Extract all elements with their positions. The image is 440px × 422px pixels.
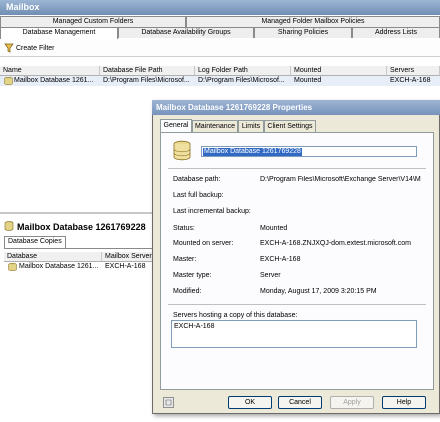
window-title-bar: Mailbox: [0, 0, 440, 15]
modified-value: Monday, August 17, 2009 3:20:15 PM: [260, 288, 377, 295]
dialog-title: Mailbox Database 1261769228 Properties: [156, 103, 313, 112]
tab-limits[interactable]: Limits: [238, 120, 264, 132]
database-name-value: Mailbox Database 1261769228: [203, 148, 302, 156]
database-large-icon: [171, 140, 193, 162]
tab-managed-custom-folders[interactable]: Managed Custom Folders: [0, 16, 186, 27]
separator: [168, 304, 426, 305]
row-name: Mailbox Database 1261...: [14, 77, 94, 84]
server-list-item[interactable]: EXCH-A-168: [174, 323, 414, 330]
row-log-folder-path: D:\Program Files\Microsof...: [198, 77, 285, 84]
tab-underline: [4, 248, 160, 249]
help-button[interactable]: Help: [382, 396, 426, 409]
database-path-label: Database path:: [173, 176, 221, 183]
bottom-pane-title: Mailbox Database 1261769228: [17, 222, 146, 232]
row-database-file-path: D:\Program Files\Microsof...: [103, 77, 190, 84]
master-value: EXCH-A-168: [260, 256, 301, 263]
column-header-servers[interactable]: Servers: [387, 66, 440, 76]
tab-managed-folder-mailbox-policies[interactable]: Managed Folder Mailbox Policies: [186, 16, 440, 27]
tab-general[interactable]: General: [160, 119, 192, 133]
copy-row-database[interactable]: Mailbox Database 1261...: [16, 262, 102, 272]
column-header-database-file-path[interactable]: Database File Path: [100, 66, 195, 76]
column-header-database[interactable]: Database: [4, 252, 102, 262]
apply-button[interactable]: Apply: [330, 396, 374, 409]
tab-maintenance[interactable]: Maintenance: [192, 120, 238, 132]
row-mounted: Mounted: [294, 77, 322, 84]
tab-database-management[interactable]: Database Management: [0, 27, 118, 39]
column-header-log-folder-path[interactable]: Log Folder Path: [195, 66, 291, 76]
database-path-value: D:\Program Files\Microsoft\Exchange Serv…: [260, 176, 421, 183]
database-name-field[interactable]: Mailbox Database 1261769228: [201, 146, 417, 157]
master-type-value: Server: [260, 272, 281, 279]
tab-database-copies[interactable]: Database Copies: [4, 236, 66, 248]
servers-hosting-list[interactable]: EXCH-A-168: [171, 320, 417, 348]
toolbar: [0, 40, 440, 57]
column-header-mounted[interactable]: Mounted: [291, 66, 387, 76]
database-icon: [4, 221, 14, 231]
window-title: Mailbox: [6, 2, 40, 12]
tab-database-availability-groups[interactable]: Database Availability Groups: [118, 27, 254, 38]
create-filter-button[interactable]: Create Filter: [16, 45, 55, 52]
tab-address-lists[interactable]: Address Lists: [352, 27, 440, 38]
tab-client-settings[interactable]: Client Settings: [264, 120, 316, 132]
modified-label: Modified:: [173, 288, 202, 295]
cancel-button[interactable]: Cancel: [278, 396, 322, 409]
status-label: Status:: [173, 225, 195, 232]
master-type-label: Master type:: [173, 272, 212, 279]
row-servers: EXCH-A-168: [390, 77, 431, 84]
tab-row-1: Managed Custom Folders Managed Folder Ma…: [0, 16, 440, 27]
last-incremental-backup-label: Last incremental backup:: [173, 208, 251, 215]
last-full-backup-label: Last full backup:: [173, 192, 224, 199]
tab-sharing-policies[interactable]: Sharing Policies: [254, 27, 352, 38]
servers-hosting-label: Servers hosting a copy of this database:: [173, 312, 298, 319]
mounted-on-server-label: Mounted on server:: [173, 240, 234, 247]
tab-row-2: Database Management Database Availabilit…: [0, 27, 440, 39]
master-label: Master:: [173, 256, 197, 263]
separator: [168, 168, 426, 169]
mounted-on-server-value: EXCH-A-168.ZNJXQJ-dom.extest.microsoft.c…: [260, 240, 411, 247]
dialog-title-bar: Mailbox Database 1261769228 Properties: [152, 100, 440, 115]
ok-button[interactable]: OK: [228, 396, 272, 409]
help-icon[interactable]: [163, 397, 174, 408]
column-header-name[interactable]: Name: [0, 66, 100, 76]
status-value: Mounted: [260, 225, 288, 232]
filter-icon[interactable]: [4, 43, 14, 53]
